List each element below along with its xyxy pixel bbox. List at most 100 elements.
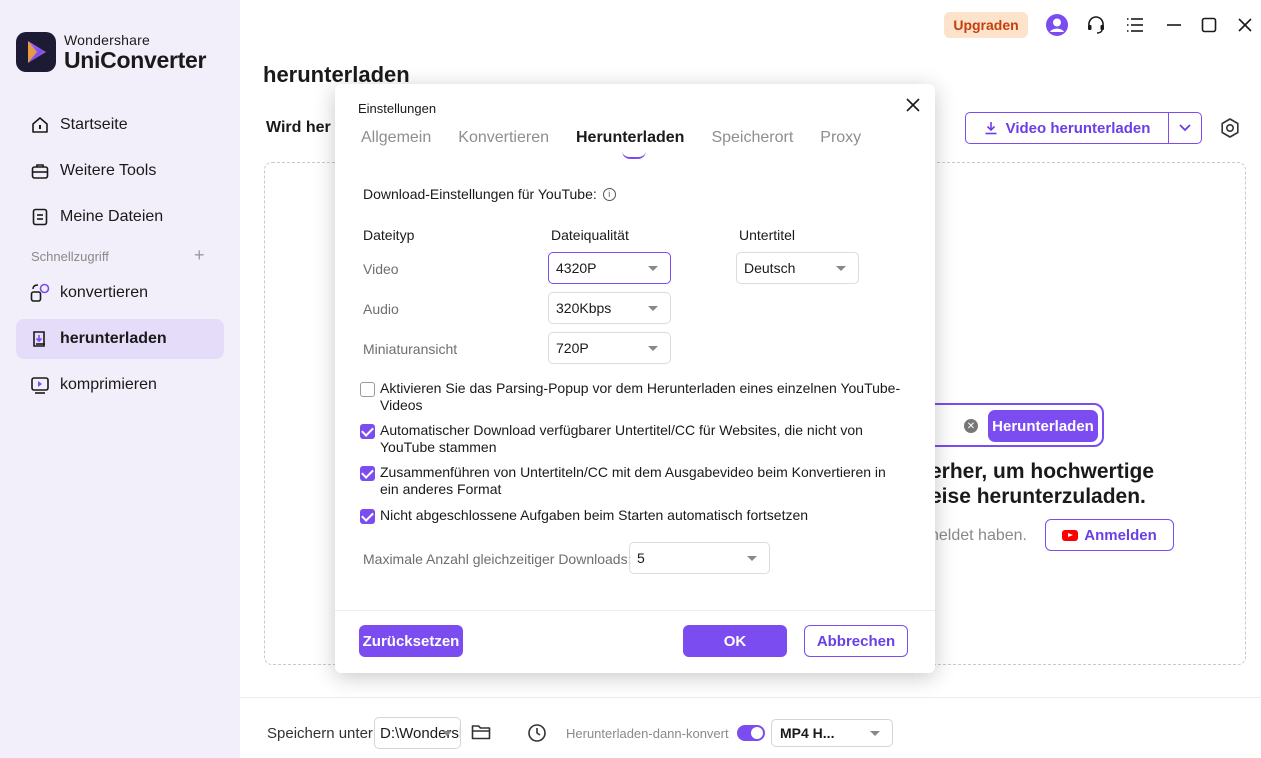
sidebar-item-label: Startseite <box>60 116 128 133</box>
column-header-quality: Dateiqualität <box>551 227 629 243</box>
login-hint: neldet haben. <box>930 527 1027 544</box>
sidebar-item-meine-dateien[interactable]: Meine Dateien <box>16 197 224 237</box>
login-button-label: Anmelden <box>1084 526 1157 544</box>
maximize-icon[interactable] <box>1198 14 1220 36</box>
dialog-title: Einstellungen <box>358 101 437 116</box>
download-arrow-icon <box>985 122 997 135</box>
sidebar-item-konvertieren[interactable]: konvertieren <box>16 273 224 313</box>
herunterladen-button[interactable]: Herunterladen <box>988 410 1098 442</box>
output-format-select[interactable]: MP4 H... <box>771 719 893 747</box>
max-downloads-value: 5 <box>637 550 645 566</box>
sidebar: Wondershare UniConverter Startseite Weit… <box>0 0 240 758</box>
chevron-down-icon <box>747 556 757 561</box>
brand-small: Wondershare <box>64 31 150 48</box>
checkbox-label: Nicht abgeschlossene Aufgaben beim Start… <box>380 507 809 523</box>
youtube-icon <box>1062 529 1079 541</box>
tab-konvertieren[interactable]: Konvertieren <box>458 129 549 147</box>
download-then-convert-label: Herunterladen-dann-konvertieren <box>566 726 729 741</box>
thumbnail-quality-select[interactable]: 720P <box>548 332 671 364</box>
sidebar-item-label: Meine Dateien <box>60 208 164 225</box>
close-icon[interactable] <box>904 96 922 114</box>
sidebar-item-herunterladen[interactable]: herunterladen <box>16 319 224 359</box>
youtube-settings-title: Download-Einstellungen für YouTube: <box>363 186 597 202</box>
sidebar-item-label: Weitere Tools <box>60 162 157 179</box>
clear-input-icon[interactable]: ✕ <box>964 419 978 433</box>
reset-button[interactable]: Zurücksetzen <box>359 625 463 657</box>
video-download-dropdown[interactable] <box>1169 113 1201 143</box>
save-path-select[interactable]: D:\Wondershare <box>374 717 461 749</box>
row-label-audio: Audio <box>363 301 399 317</box>
section-subheading: Wird her <box>266 119 331 136</box>
auto-subtitles-checkbox[interactable] <box>360 424 375 439</box>
video-download-button[interactable]: Video herunterladen <box>966 113 1169 143</box>
output-format-value: MP4 H... <box>780 725 835 741</box>
checkbox-label: Automatischer Download verfügbarer Unter… <box>380 422 863 455</box>
chevron-down-icon <box>870 731 880 736</box>
avatar-icon[interactable] <box>1045 13 1069 37</box>
brand-name: UniConverter <box>64 46 207 73</box>
video-download-split-button: Video herunterladen <box>965 112 1202 144</box>
checkbox-row-resume-tasks: Nicht abgeschlossene Aufgaben beim Start… <box>360 507 905 524</box>
checkbox-row-merge-subtitles: Zusammenführen von Untertiteln/CC mit de… <box>360 464 905 498</box>
sidebar-item-label: herunterladen <box>60 330 167 347</box>
app-logo: Wondershare UniConverter <box>16 32 206 72</box>
uniconverter-logo-icon <box>16 32 56 72</box>
audio-quality-select[interactable]: 320Kbps <box>548 292 671 324</box>
download-then-convert-toggle[interactable] <box>737 725 765 741</box>
row-label-video: Video <box>363 261 399 277</box>
info-icon[interactable]: i <box>602 187 616 201</box>
settings-gear-icon[interactable] <box>1219 117 1241 139</box>
settings-dialog: Einstellungen Allgemein Konvertieren Her… <box>335 84 935 673</box>
chevron-down-icon <box>648 266 658 271</box>
merge-subtitles-checkbox[interactable] <box>360 466 375 481</box>
folder-icon[interactable] <box>471 723 491 741</box>
subtitle-language-select[interactable]: Deutsch <box>736 252 859 284</box>
checkbox-row-auto-subtitles: Automatischer Download verfügbarer Unter… <box>360 422 905 456</box>
tab-proxy[interactable]: Proxy <box>820 129 861 147</box>
resume-tasks-checkbox[interactable] <box>360 509 375 524</box>
file-icon <box>30 207 50 227</box>
sidebar-item-startseite[interactable]: Startseite <box>16 105 224 145</box>
minimize-icon[interactable] <box>1163 14 1185 36</box>
upgrade-button[interactable]: Upgraden <box>944 12 1028 38</box>
video-quality-select[interactable]: 4320P <box>548 252 671 284</box>
tab-allgemein[interactable]: Allgemein <box>361 129 431 147</box>
column-header-subtitle: Untertitel <box>739 227 796 243</box>
tab-speicherort[interactable]: Speicherort <box>711 129 793 147</box>
chevron-down-icon <box>1179 124 1191 132</box>
close-window-icon[interactable] <box>1234 14 1256 36</box>
thumbnail-quality-value: 720P <box>556 340 589 356</box>
chevron-down-icon <box>648 306 658 311</box>
headline-line-2: eise herunterzuladen. <box>930 485 1146 508</box>
convert-icon <box>30 283 50 303</box>
max-downloads-select[interactable]: 5 <box>629 542 770 574</box>
column-header-type: Dateityp <box>363 227 415 243</box>
tab-herunterladen[interactable]: Herunterladen <box>575 129 685 159</box>
support-headset-icon[interactable] <box>1085 14 1107 36</box>
toolbox-icon <box>30 161 50 181</box>
add-quick-access-icon[interactable]: + <box>194 246 205 264</box>
ok-button[interactable]: OK <box>683 625 787 657</box>
max-downloads-label: Maximale Anzahl gleichzeitiger Downloads… <box>363 551 632 567</box>
checkbox-label: Zusammenführen von Untertiteln/CC mit de… <box>380 464 886 497</box>
active-tab-indicator <box>621 151 646 159</box>
chevron-down-icon <box>442 731 452 736</box>
chevron-down-icon <box>648 346 658 351</box>
parsing-popup-checkbox[interactable] <box>360 382 375 397</box>
headline-line-1: erher, um hochwertige <box>930 460 1155 483</box>
row-label-thumbnail: Miniaturansicht <box>363 341 458 357</box>
subtitle-language-value: Deutsch <box>744 260 796 276</box>
download-icon <box>30 329 50 349</box>
checkbox-label: Aktivieren Sie das Parsing-Popup vor dem… <box>380 380 901 413</box>
video-download-label: Video herunterladen <box>1005 119 1151 137</box>
clock-icon[interactable] <box>527 723 547 743</box>
sidebar-item-komprimieren[interactable]: komprimieren <box>16 365 224 405</box>
youtube-settings-heading: Download-Einstellungen für YouTube: i <box>363 186 616 202</box>
cancel-button[interactable]: Abbrechen <box>804 625 908 657</box>
login-button[interactable]: Anmelden <box>1045 519 1174 551</box>
sidebar-item-weitere-tools[interactable]: Weitere Tools <box>16 151 224 191</box>
compress-icon <box>30 375 50 395</box>
home-icon <box>30 115 50 135</box>
menu-list-icon[interactable] <box>1124 14 1146 36</box>
tab-herunterladen-label: Herunterladen <box>575 129 685 146</box>
